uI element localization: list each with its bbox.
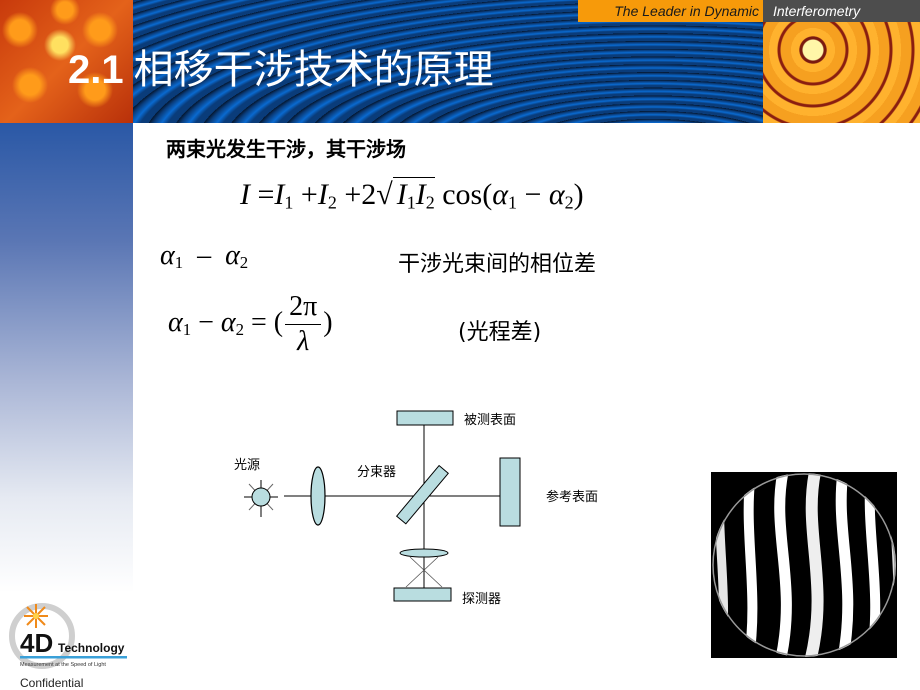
- f-t1-sub: 1: [284, 192, 294, 213]
- reference-surface-mirror: [499, 457, 521, 527]
- collimating-lens: [310, 466, 326, 526]
- imaging-lens: [399, 548, 449, 558]
- sqrt-sign: √: [376, 178, 393, 211]
- slide-title: 2.1 相移干涉技术的原理: [68, 44, 494, 96]
- f-cos: cos(: [442, 178, 493, 211]
- q-a2-sub: 2: [235, 320, 244, 340]
- logo-svg: 4D Technology Measurement at the Speed o…: [9, 603, 127, 669]
- f-plus2: +2: [344, 178, 377, 211]
- f-sqb: I: [415, 178, 426, 211]
- f-a1-sub: 1: [507, 192, 517, 213]
- tagline-part2: Interferometry: [763, 0, 920, 22]
- f-a2: α: [548, 178, 565, 211]
- logo-underline: [20, 656, 127, 659]
- denominator: λ: [297, 326, 310, 357]
- logo-4d: 4D: [20, 628, 53, 658]
- q-a2: α: [220, 306, 236, 338]
- f-t2-sub: 2: [327, 192, 337, 213]
- section-number: 2.1: [68, 48, 124, 92]
- f-close: ): [573, 178, 584, 211]
- label-light-source: 光源: [234, 458, 261, 473]
- f-a2-sub: 2: [564, 192, 574, 213]
- f-sqa-sub: 1: [406, 192, 416, 213]
- f-a1: α: [492, 178, 508, 211]
- q-minus: −: [198, 306, 214, 338]
- header-image-fringes: [763, 22, 920, 123]
- phase-formula: α1 − α2 = (2π λ): [168, 290, 333, 359]
- sqrt-body: I1I2: [392, 177, 435, 213]
- f-plus1: +: [300, 178, 318, 211]
- q-a1: α: [168, 306, 183, 338]
- intensity-formula: I =I1 +I2 +2√ I1I2 cos(α1 − α2): [240, 177, 584, 214]
- beam-splitter: [395, 464, 449, 525]
- optical-path-difference-label: (光程差): [458, 320, 542, 345]
- focus-ray-2: [405, 556, 439, 588]
- test-surface-mirror: [396, 410, 454, 426]
- label-reference-surface: 参考表面: [546, 490, 599, 505]
- slide-header: The Leader in Dynamic Interferometry 2.1…: [0, 0, 920, 123]
- phase-difference-expr: α1 – α2: [160, 240, 248, 273]
- diagram-svg: [244, 410, 521, 602]
- f-sqa: I: [396, 178, 407, 211]
- logo-tagline: Measurement at the Speed of Light: [20, 662, 106, 668]
- f-t1: I: [274, 178, 285, 211]
- fringe-pattern-image: [711, 472, 897, 658]
- logo-technology: Technology: [58, 641, 125, 655]
- p-a2-sub: 2: [239, 253, 249, 273]
- fringe-disc: [712, 473, 896, 657]
- f-eq: =: [257, 178, 275, 211]
- confidential-label: Confidential: [20, 676, 84, 690]
- p-a1: α: [160, 240, 175, 271]
- focus-ray-1: [409, 556, 443, 588]
- f-lhs: I: [240, 178, 250, 211]
- light-source-icon: [244, 480, 278, 517]
- f-sqb-sub: 2: [425, 192, 435, 213]
- company-logo: 4D Technology Measurement at the Speed o…: [6, 602, 131, 672]
- p-a2: α: [225, 240, 240, 271]
- interferometer-diagram: 光源 分束器 被测表面 参考表面 探测器: [220, 400, 620, 610]
- intro-text: 两束光发生干涉，其干涉场: [166, 137, 406, 161]
- detector: [393, 587, 452, 602]
- p-a1-sub: 1: [174, 253, 184, 273]
- sidebar-gradient: [0, 123, 133, 593]
- q-close: ): [323, 306, 333, 338]
- title-text: 相移干涉技术的原理: [133, 47, 494, 93]
- f-t2: I: [317, 178, 328, 211]
- q-a1-sub: 1: [182, 320, 192, 340]
- label-beam-splitter: 分束器: [357, 465, 397, 480]
- fraction: 2π λ: [285, 290, 322, 359]
- label-detector: 探测器: [462, 592, 502, 607]
- numerator: 2π: [285, 290, 322, 325]
- label-test-surface: 被测表面: [464, 413, 517, 428]
- p-minus: –: [197, 240, 212, 271]
- tagline-part1: The Leader in Dynamic: [578, 0, 763, 22]
- phase-description: 干涉光束间的相位差: [398, 252, 597, 277]
- q-eq: = (: [250, 306, 284, 338]
- fringe-svg: [712, 473, 896, 657]
- f-minus: −: [524, 178, 542, 211]
